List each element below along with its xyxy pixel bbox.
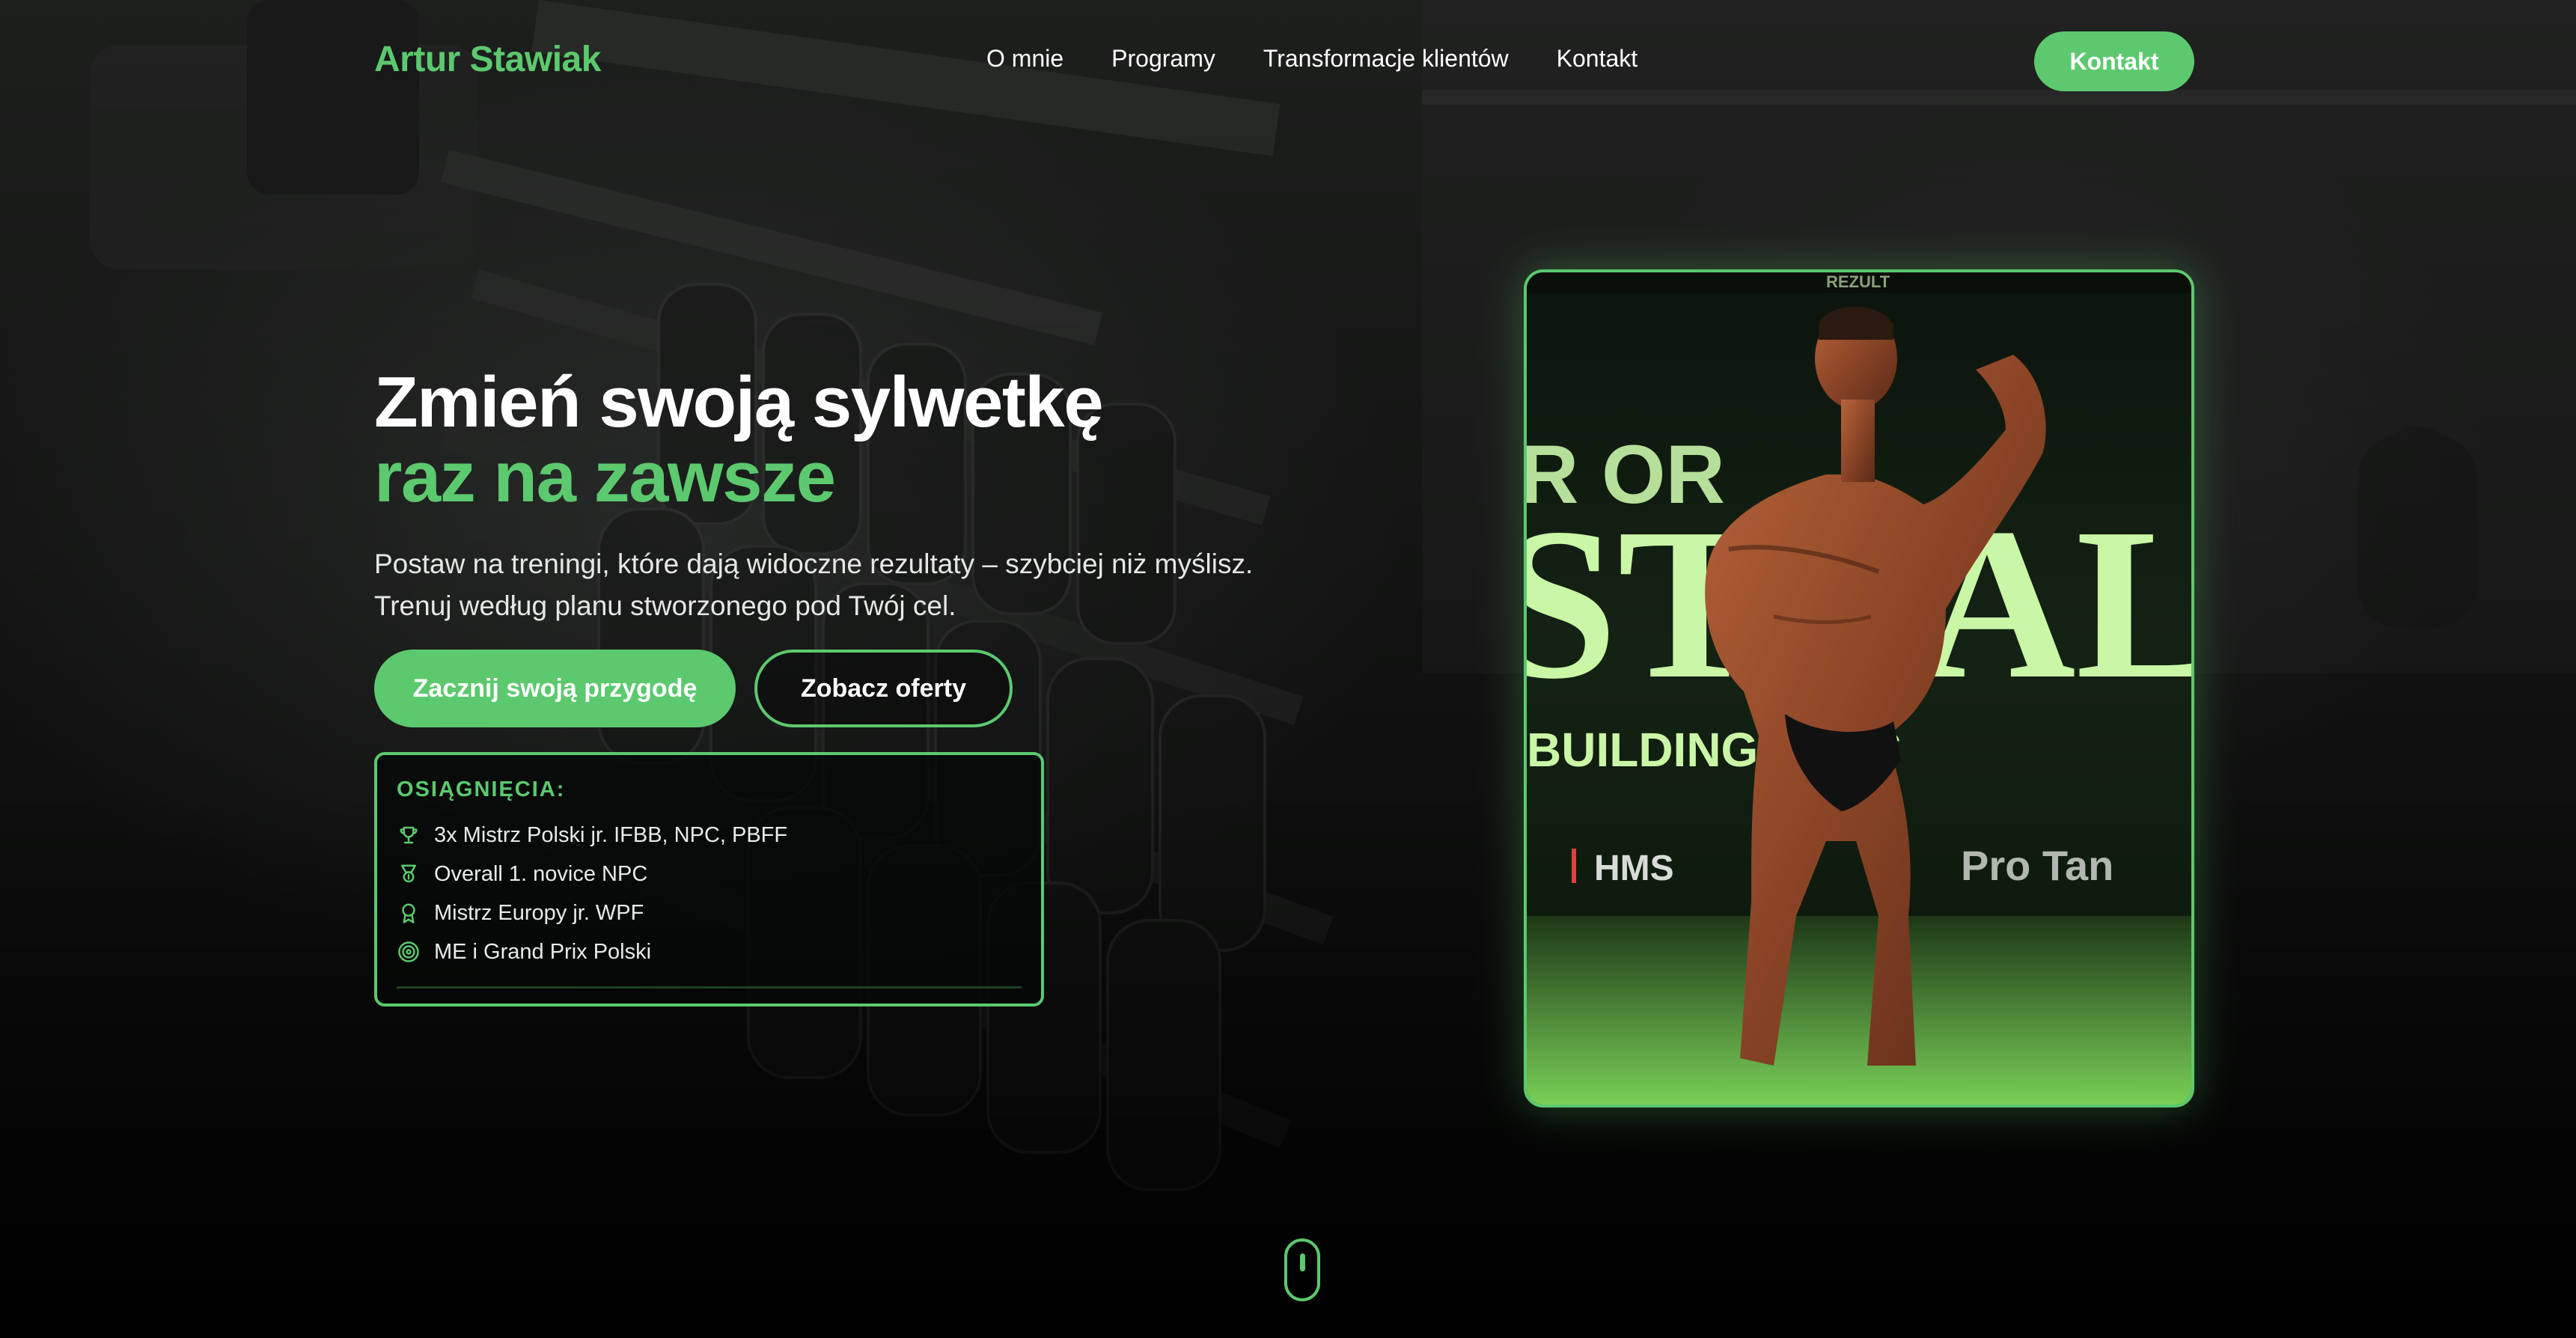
main-navigation: O mnie Programy Transformacje klientów K… xyxy=(986,45,1638,73)
bodybuilder-stage-photo: REZULT R OR STRAL BUILDING NESS HMS Pro … xyxy=(1527,272,2191,1105)
hero-title-line2: raz na zawsze xyxy=(374,437,836,517)
site-logo[interactable]: Artur Stawiak xyxy=(374,39,601,80)
achievement-label: 3x Mistrz Polski jr. IFBB, NPC, PBFF xyxy=(434,822,788,847)
achievements-card: OSIĄGNIĘCIA: 3x Mistrz Polski jr. IFBB, … xyxy=(374,752,1044,1006)
nav-item-programy[interactable]: Programy xyxy=(1111,45,1215,73)
see-offers-button[interactable]: Zobacz oferty xyxy=(754,650,1013,727)
achievement-item: Mistrz Europy jr. WPF xyxy=(397,893,1022,932)
achievement-item: Overall 1. novice NPC xyxy=(397,855,1022,893)
sponsor-protan: Pro Tan xyxy=(1961,842,2113,889)
hero-title: Zmień swoją sylwetkę raz na zawsze xyxy=(374,362,1104,517)
hero-subtitle: Postaw na treningi, które dają widoczne … xyxy=(374,543,1253,627)
mouse-scroll-icon[interactable] xyxy=(1284,1238,1320,1301)
contact-button[interactable]: Kontakt xyxy=(2034,31,2194,91)
target-icon xyxy=(397,940,421,964)
achievement-item: ME i Grand Prix Polski xyxy=(397,932,1022,971)
hero-subtitle-line2: Trenuj według planu stworzonego pod Twój… xyxy=(374,590,956,621)
achievement-label: Mistrz Europy jr. WPF xyxy=(434,900,644,925)
start-adventure-button[interactable]: Zacznij swoją przygodę xyxy=(374,650,736,727)
hero-subtitle-line1: Postaw na treningi, które dają widoczne … xyxy=(374,549,1254,579)
nav-item-o-mnie[interactable]: O mnie xyxy=(986,45,1063,73)
medal-icon xyxy=(397,862,421,886)
achievements-title: OSIĄGNIĘCIA: xyxy=(397,778,566,801)
hero-photo: REZULT R OR STRAL BUILDING NESS HMS Pro … xyxy=(1524,269,2194,1108)
nav-item-kontakt[interactable]: Kontakt xyxy=(1557,45,1638,73)
achievements-divider xyxy=(397,986,1022,989)
achievement-label: ME i Grand Prix Polski xyxy=(434,939,652,964)
hero-title-line1: Zmień swoją sylwetkę xyxy=(374,362,1104,442)
award-icon xyxy=(397,901,421,925)
nav-item-transformacje[interactable]: Transformacje klientów xyxy=(1263,45,1509,73)
sponsor-hms: HMS xyxy=(1594,849,1674,888)
scroll-wheel-dot xyxy=(1300,1253,1305,1271)
achievement-label: Overall 1. novice NPC xyxy=(434,861,648,886)
trophy-icon xyxy=(397,823,421,847)
stage-text-top: REZULT xyxy=(1826,272,1890,291)
achievement-item: 3x Mistrz Polski jr. IFBB, NPC, PBFF xyxy=(397,816,1022,855)
